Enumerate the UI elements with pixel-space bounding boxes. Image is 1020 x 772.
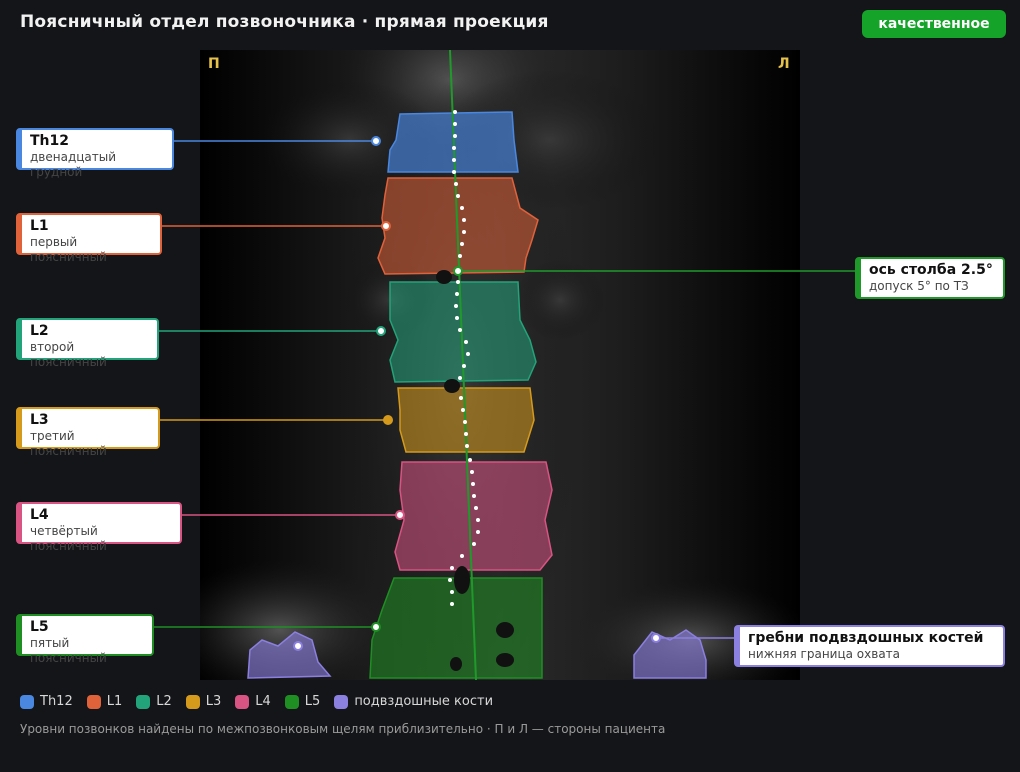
callout-iliac-crests[interactable]: гребни подвздошных костей нижняя граница… [734,625,1005,667]
quality-badge: качественное [862,10,1006,38]
legend-label: L4 [255,694,271,709]
callout-l4-code: L4 [30,507,49,523]
legend-swatch [86,694,101,709]
callout-l1[interactable]: L1 первый поясничный [16,213,162,264]
legend-item-l1[interactable]: L1 [86,694,123,709]
callout-l4[interactable]: L4 четвёртый поясничный [16,502,182,553]
legend-swatch [185,694,200,709]
legend-label: подвздошные кости [354,694,494,709]
patient-left-marker: Л [778,56,790,72]
legend-label: Th12 [40,694,73,709]
iliac-title: гребни подвздошных костей [748,630,984,646]
callout-l4-desc: четвёртый поясничный [30,524,107,553]
axis-tolerance-note: допуск 5° по ТЗ [869,279,969,293]
xray-image [200,50,800,680]
callout-th12-code: Th12 [30,133,69,149]
legend-item-l3[interactable]: L3 [185,694,222,709]
callout-l2[interactable]: L2 второй поясничный [16,318,159,369]
legend-item-th12[interactable]: Th12 [20,694,73,709]
legend-swatch [20,694,34,709]
legend-item-iliac[interactable]: подвздошные кости [334,694,493,709]
footnote: Уровни позвонков найдены по межпозвонков… [20,722,666,736]
legend-item-l2[interactable]: L2 [136,694,172,709]
legend-item-l5[interactable]: L5 [284,694,321,709]
legend-label: L5 [304,694,321,709]
legend-label: L3 [205,694,222,709]
legend-swatch [235,694,250,709]
callout-l1-code: L1 [30,218,49,234]
axis-angle-title: ось столба 2.5° [869,262,993,278]
callout-spine-axis[interactable]: ось столба 2.5° допуск 5° по ТЗ [855,257,1005,299]
callout-l2-desc: второй поясничный [30,340,107,369]
callout-l5-desc: пятый поясничный [30,636,107,665]
callout-l3-code: L3 [30,412,49,428]
callout-l5[interactable]: L5 пятый поясничный [16,614,154,665]
callout-th12[interactable]: Th12 двенадцатый грудной [16,128,174,179]
legend-label: L2 [156,694,172,709]
legend-label: L1 [106,694,123,709]
callout-th12-desc: двенадцатый грудной [30,150,117,179]
legend-item-l4[interactable]: L4 [235,694,271,709]
legend-swatch [136,694,151,709]
legend-swatch [334,694,349,709]
callout-l3[interactable]: L3 третий поясничный [16,407,160,458]
legend: Th12 L1 L2 L3 L4 L5 подвздошные кости [20,694,493,709]
iliac-subtitle: нижняя граница охвата [748,647,901,661]
patient-right-marker: П [208,56,220,72]
callout-l1-desc: первый поясничный [30,235,107,264]
callout-l5-code: L5 [30,619,49,635]
callout-l2-code: L2 [30,323,49,339]
callout-l3-desc: третий поясничный [30,429,107,458]
legend-swatch [284,694,299,709]
page-title: Поясничный отдел позвоночника · прямая п… [20,12,549,32]
